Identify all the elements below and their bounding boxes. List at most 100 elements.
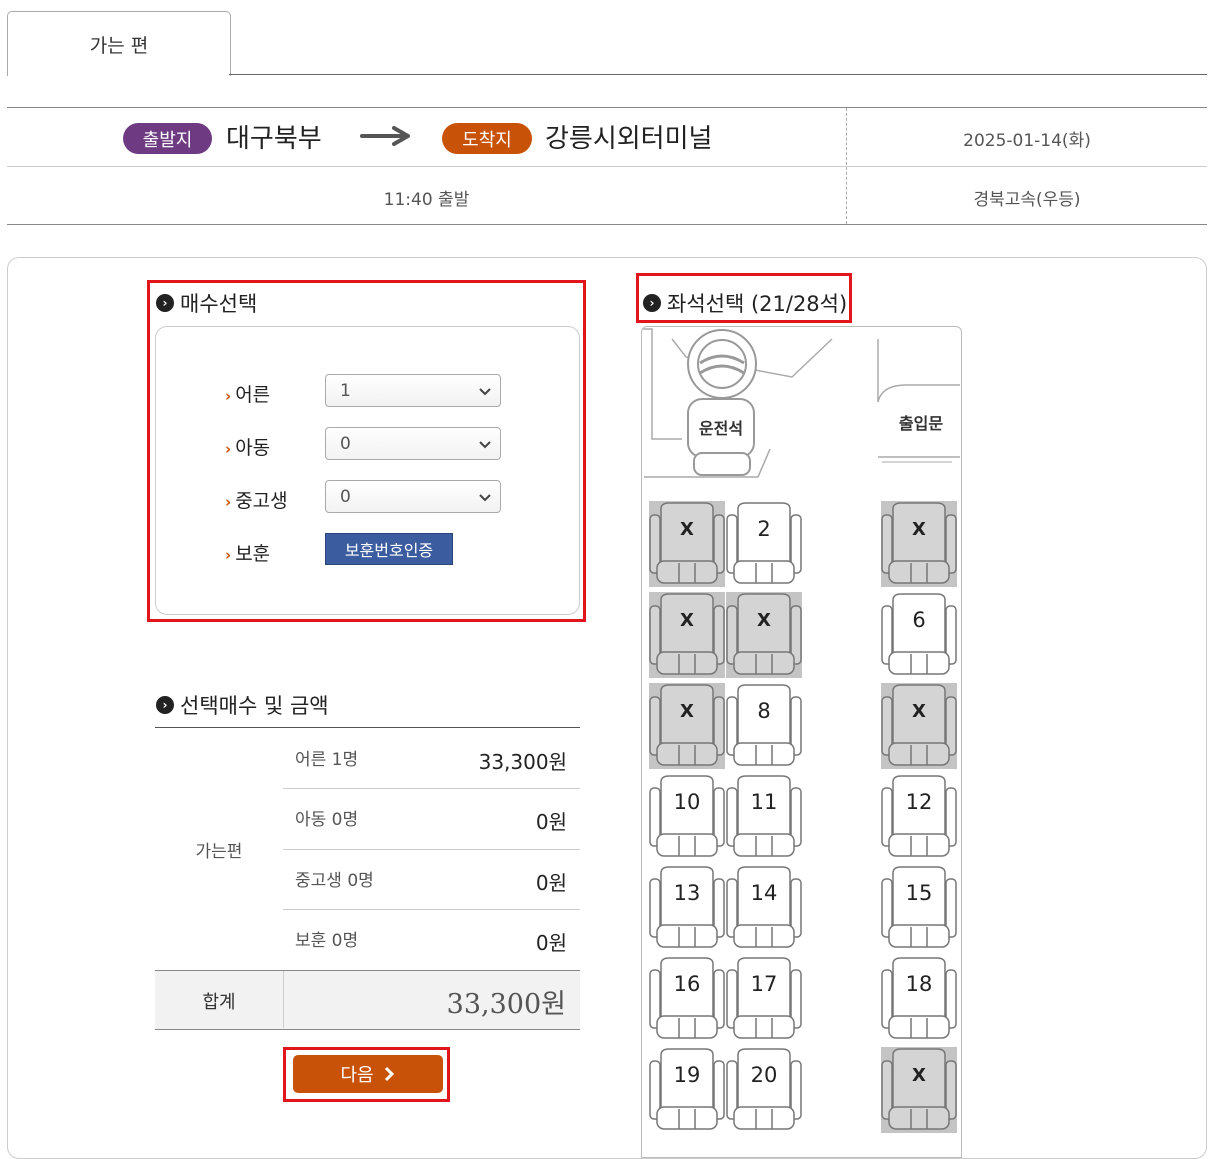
seat-available-16[interactable]: 16 [649, 956, 725, 1042]
adult-count-value: 1 [340, 380, 351, 401]
seat-available-8[interactable]: 8 [726, 683, 802, 769]
summary-total-divider [283, 971, 284, 1028]
summary-veteran-label: 보훈 0명 [295, 931, 359, 951]
bus-company: 경북고속(우등) [973, 190, 1081, 210]
tab-outbound[interactable]: 가는 편 [7, 11, 231, 76]
entrance-door-label: 출입문 [898, 414, 944, 433]
summary-adult-amount: 33,300원 [478, 750, 567, 774]
seat-number: 10 [673, 790, 701, 814]
seat-reserved: X [881, 683, 957, 769]
driver-seat-label: 운전석 [698, 419, 744, 438]
seat-number: 2 [757, 517, 771, 541]
summary-row-divider [283, 849, 580, 850]
summary-total-label: 합계 [202, 992, 236, 1013]
seat-number: 20 [750, 1063, 778, 1087]
seat-reserved: X [881, 501, 957, 587]
seat-available-15[interactable]: 15 [881, 865, 957, 951]
seat-available-6[interactable]: 6 [881, 592, 957, 678]
bullet-chevron-icon: › [156, 696, 174, 714]
summary-row-divider [283, 788, 580, 789]
child-count-value: 0 [340, 433, 351, 454]
route-table-top-border [7, 107, 1207, 108]
chevron-right-icon: › [225, 493, 232, 511]
departure-badge: 출발지 [123, 123, 212, 154]
student-count-select[interactable]: 0 [325, 480, 501, 513]
ticket-select-title: › 매수선택 [156, 288, 257, 318]
seat-select-title: › 좌석선택 (21/28석) [643, 288, 847, 318]
seat-available-2[interactable]: 2 [726, 501, 802, 587]
arrival-terminal: 강릉시외터미널 [545, 124, 713, 154]
next-button-label: 다음 [340, 1065, 374, 1086]
student-count-value: 0 [340, 486, 351, 507]
summary-student-amount: 0원 [535, 871, 567, 895]
seat-number: 19 [673, 1063, 701, 1087]
summary-title-text: 선택매수 및 금액 [180, 694, 329, 718]
chevron-down-icon [479, 494, 491, 502]
tab-divider [229, 74, 1207, 75]
chevron-right-icon: › [225, 387, 232, 405]
chevron-right-icon [384, 1066, 394, 1082]
child-label-text: 아동 [235, 437, 271, 459]
seat-available-12[interactable]: 12 [881, 774, 957, 860]
seat-number: X [912, 1065, 926, 1086]
seat-available-14[interactable]: 14 [726, 865, 802, 951]
seat-number: 8 [757, 699, 771, 723]
seat-reserved: X [649, 501, 725, 587]
bus-seat-map: 운전석 출입문 X 2 X X X 6 X 8 X 10 11 12 13 14… [641, 326, 962, 1158]
chevron-down-icon [479, 441, 491, 449]
seat-number: 13 [673, 881, 701, 905]
summary-total-amount: 33,300원 [446, 989, 566, 1020]
chevron-right-icon: › [225, 440, 232, 458]
ticket-select-title-text: 매수선택 [180, 292, 258, 316]
seat-number: 11 [750, 790, 778, 814]
seat-number: 16 [673, 972, 701, 996]
seat-number: X [757, 610, 771, 631]
seat-available-18[interactable]: 18 [881, 956, 957, 1042]
seat-number: 14 [750, 881, 778, 905]
seat-reserved: X [881, 1047, 957, 1133]
summary-veteran-amount: 0원 [535, 931, 567, 955]
summary-child-amount: 0원 [535, 810, 567, 834]
seat-number: 18 [905, 972, 933, 996]
bullet-chevron-icon: › [156, 294, 174, 312]
seat-number: X [912, 519, 926, 540]
next-button[interactable]: 다음 [293, 1055, 443, 1093]
seat-available-13[interactable]: 13 [649, 865, 725, 951]
departure-terminal: 대구북부 [226, 124, 322, 154]
seat-available-11[interactable]: 11 [726, 774, 802, 860]
seat-number: X [912, 701, 926, 722]
adult-label-text: 어른 [235, 384, 271, 406]
seat-number: 6 [912, 608, 926, 632]
seat-number: X [680, 701, 694, 722]
student-label-text: 중고생 [235, 490, 288, 512]
seat-available-10[interactable]: 10 [649, 774, 725, 860]
seat-available-17[interactable]: 17 [726, 956, 802, 1042]
seat-available-20[interactable]: 20 [726, 1047, 802, 1133]
seat-number: 17 [750, 972, 778, 996]
seat-number: X [680, 519, 694, 540]
seat-number: X [680, 610, 694, 631]
summary-student-label: 중고생 0명 [295, 871, 374, 891]
adult-count-select[interactable]: 1 [325, 374, 501, 407]
seat-select-title-text: 좌석선택 (21/28석) [667, 292, 848, 316]
seat-number: 15 [905, 881, 933, 905]
summary-group-label: 가는편 [195, 842, 243, 862]
departure-time: 11:40 출발 [383, 190, 470, 210]
chevron-down-icon [479, 388, 491, 396]
chevron-right-icon: › [225, 546, 232, 564]
veteran-label: › 보훈 [225, 539, 270, 566]
seat-reserved: X [649, 592, 725, 678]
child-label: › 아동 [225, 433, 270, 460]
seat-reserved: X [726, 592, 802, 678]
seat-number: 12 [905, 790, 933, 814]
summary-adult-label: 어른 1명 [295, 750, 359, 770]
student-label: › 중고생 [225, 486, 288, 513]
adult-label: › 어른 [225, 380, 270, 407]
seat-reserved: X [649, 683, 725, 769]
seat-available-19[interactable]: 19 [649, 1047, 725, 1133]
child-count-select[interactable]: 0 [325, 427, 501, 460]
travel-date: 2025-01-14(화) [963, 131, 1091, 151]
veteran-verify-button[interactable]: 보훈번호인증 [325, 533, 453, 565]
summary-title: › 선택매수 및 금액 [156, 690, 329, 720]
route-table-bottom-border [7, 224, 1207, 225]
